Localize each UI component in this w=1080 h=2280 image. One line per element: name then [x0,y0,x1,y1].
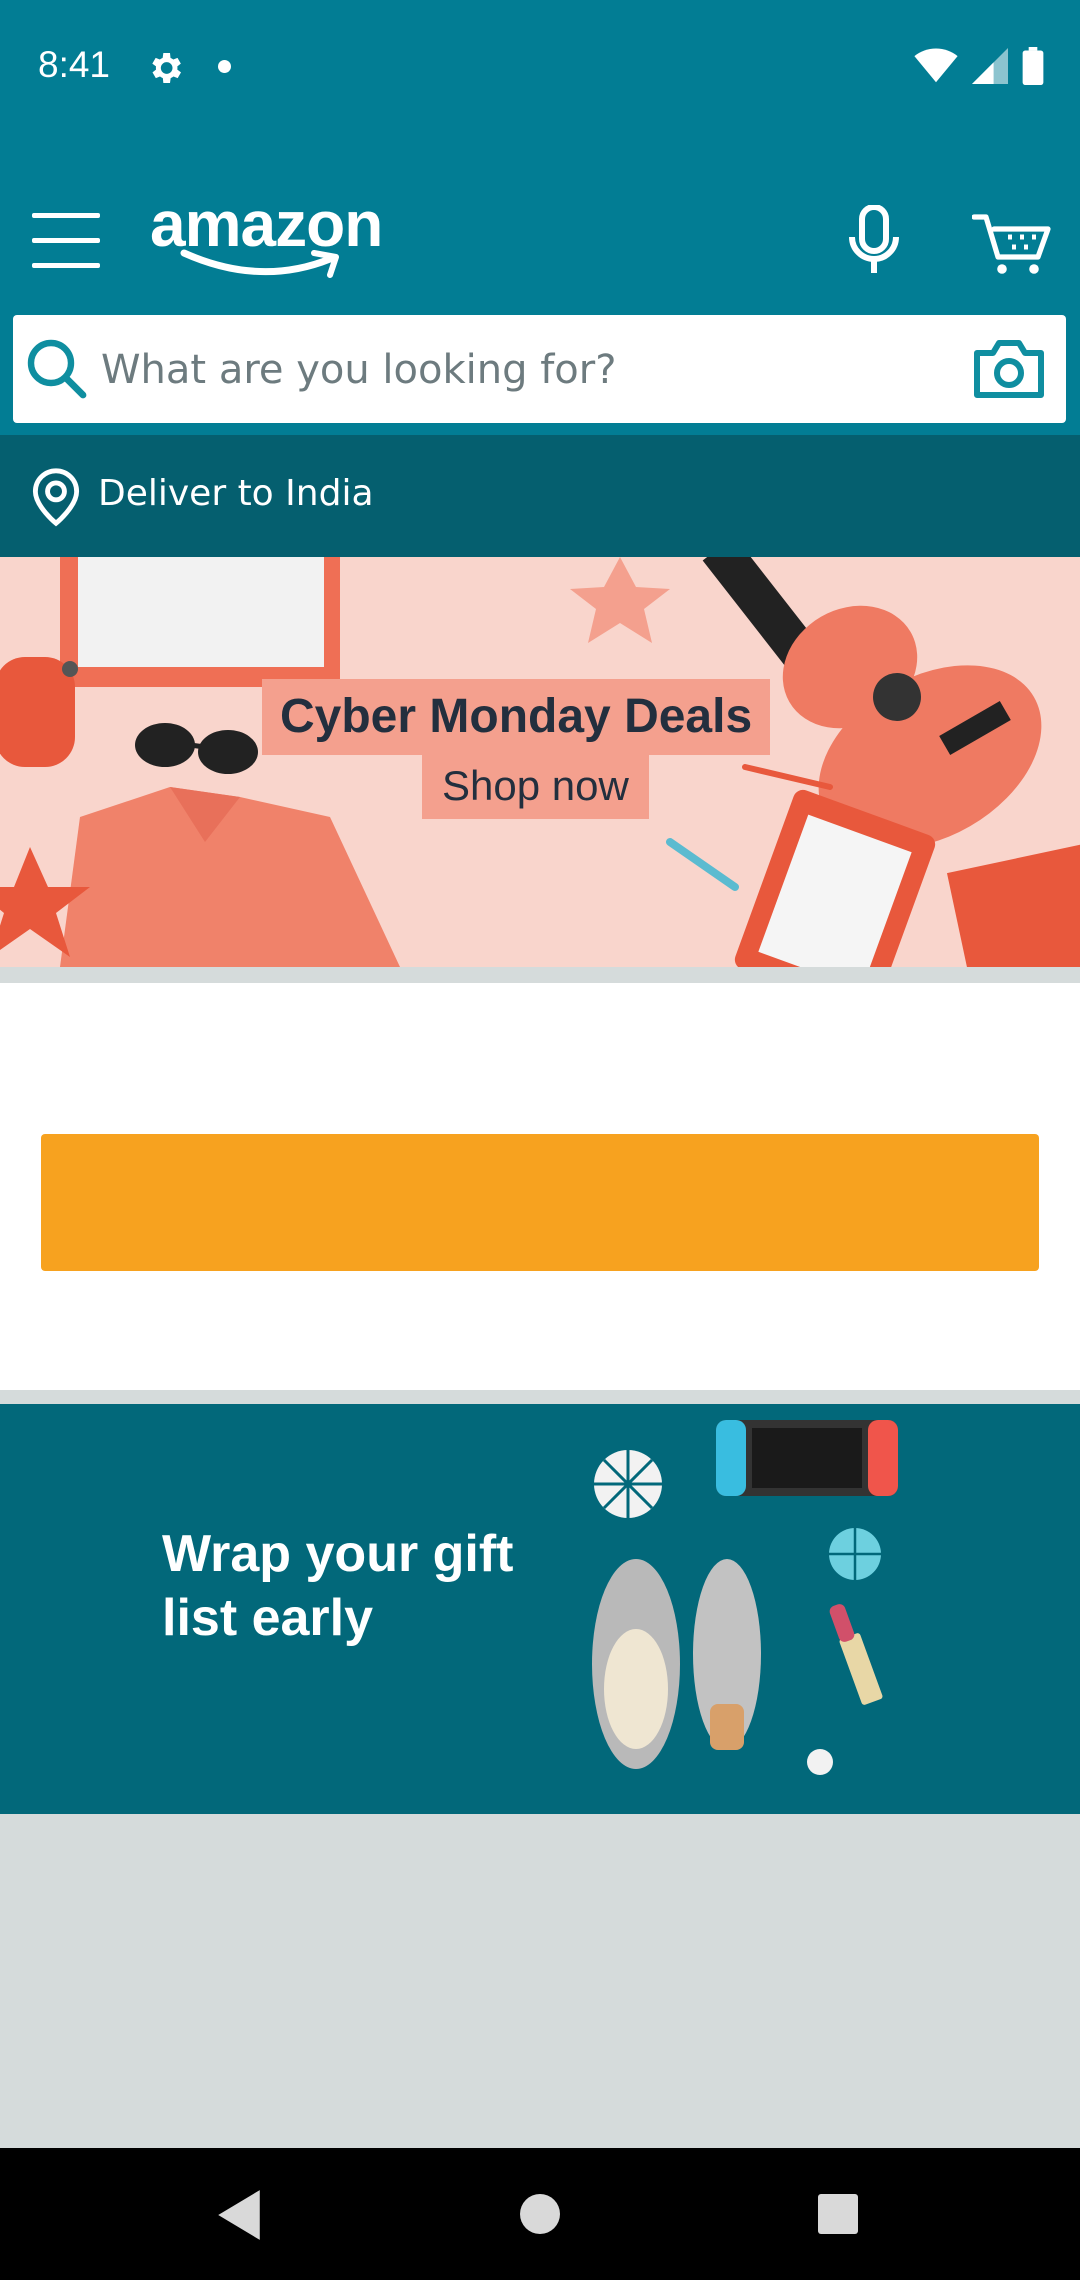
section-divider [0,1390,1080,1404]
deliver-to-location[interactable]: Deliver to India [0,435,1080,557]
back-icon[interactable] [214,2188,264,2242]
status-icons [914,46,1044,86]
section-divider [0,967,1080,983]
search-input[interactable] [99,329,963,411]
cyber-monday-banner[interactable]: Cyber Monday Deals Shop now [0,557,1080,967]
notification-dot-icon [218,60,231,73]
settings-gear-icon [152,53,181,83]
gift-products-illustration [592,1420,898,1775]
home-icon[interactable] [520,2194,560,2234]
location-pin-icon [32,468,80,527]
wifi-icon [914,48,958,83]
gift-list-banner[interactable]: Wrap your gift list early [0,1404,1080,1814]
status-bar: 8:41 [0,0,1080,135]
microphone-icon[interactable] [846,205,902,277]
camera-icon[interactable] [971,337,1047,401]
promo-action-button[interactable] [41,1134,1039,1271]
banner-title: Cyber Monday Deals [262,679,771,755]
menu-hamburger-icon[interactable] [32,213,100,269]
battery-icon [1022,47,1044,85]
search-bar [13,315,1066,423]
system-navigation-bar [0,2148,1080,2280]
deliver-label: Deliver to India [98,473,374,514]
amazon-logo[interactable]: amazon [150,187,390,278]
logo-smile-icon [180,249,339,278]
banner-cta: Shop now [422,753,649,819]
cellular-signal-icon [972,48,1008,84]
search-icon[interactable] [25,337,89,401]
promo-card [0,983,1080,1390]
recent-apps-icon[interactable] [818,2194,858,2234]
status-time: 8:41 [38,44,111,85]
cart-icon[interactable] [972,213,1052,275]
